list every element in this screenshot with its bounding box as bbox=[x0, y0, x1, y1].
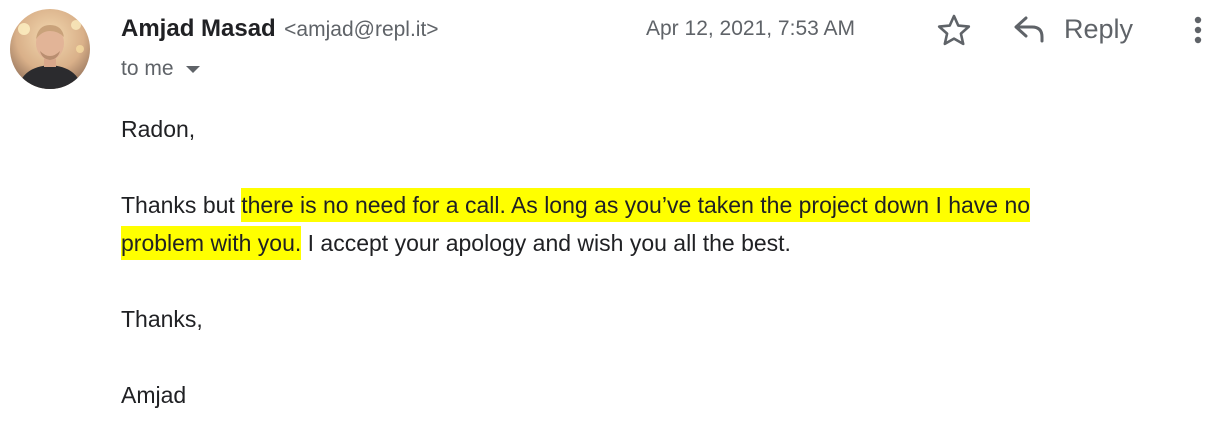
recipient-dropdown[interactable]: to me bbox=[121, 55, 200, 83]
main-tail-text: I accept your apology and wish you all t… bbox=[301, 230, 791, 256]
avatar[interactable] bbox=[10, 9, 90, 89]
sender-line: Amjad Masad <amjad@repl.it> bbox=[121, 13, 439, 48]
avatar-photo bbox=[10, 9, 90, 89]
message-timestamp: Apr 12, 2021, 7:53 AM bbox=[646, 17, 855, 40]
sender-email: <amjad@repl.it> bbox=[284, 18, 439, 41]
reply-label: Reply bbox=[1064, 13, 1134, 44]
more-vert-icon bbox=[1194, 16, 1202, 44]
sender-name[interactable]: Amjad Masad bbox=[121, 15, 276, 42]
message-main-paragraph: Thanks but there is no need for a call. … bbox=[121, 186, 1191, 262]
star-icon bbox=[937, 14, 971, 46]
more-options-button[interactable] bbox=[1186, 12, 1210, 48]
star-button[interactable] bbox=[934, 12, 974, 48]
message-body: Radon, Thanks but there is no need for a… bbox=[121, 110, 1191, 414]
reply-button[interactable]: Reply bbox=[1012, 10, 1133, 48]
recipient-label: to me bbox=[121, 57, 174, 80]
reply-icon bbox=[1014, 16, 1044, 43]
highlighted-text-2: problem with you. bbox=[121, 226, 302, 260]
message-greeting: Radon, bbox=[121, 116, 196, 142]
chevron-down-icon[interactable] bbox=[185, 65, 200, 73]
message-signoff: Thanks, bbox=[121, 306, 203, 332]
message-signature: Amjad bbox=[121, 382, 187, 408]
highlighted-text-1: there is no need for a call. As long as … bbox=[241, 188, 1031, 222]
main-lead-text: Thanks but bbox=[121, 192, 242, 218]
